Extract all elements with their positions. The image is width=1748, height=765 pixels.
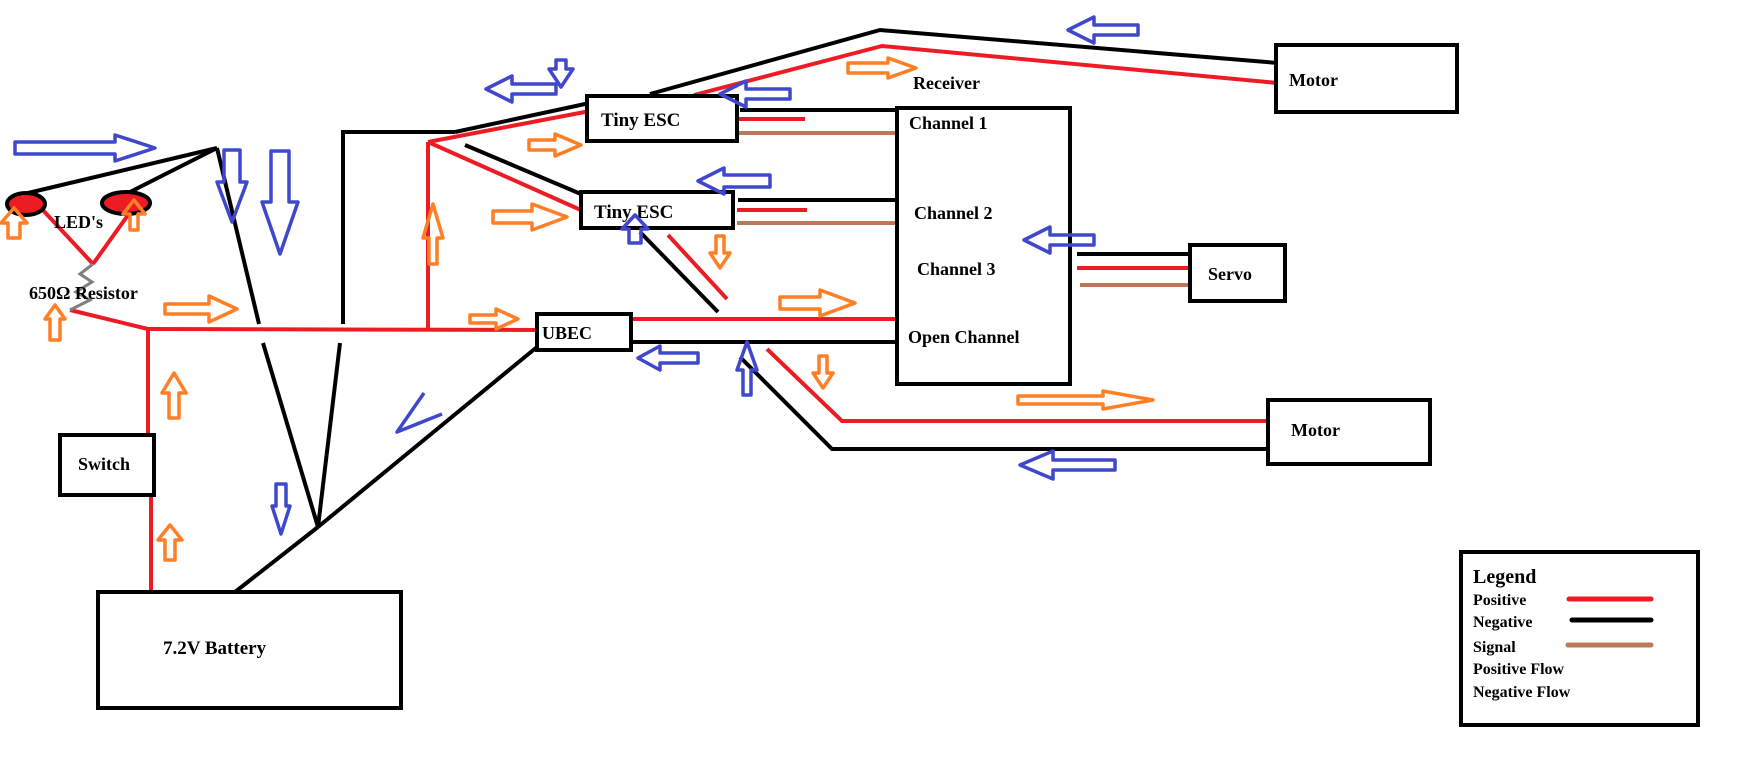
legend-item-negative-label: Negative: [1473, 614, 1533, 631]
negative-flow-chevron: [395, 392, 443, 434]
battery-negative-wire: [233, 525, 320, 594]
esc-1-label: Tiny ESC: [601, 110, 680, 131]
positive-flow-arrow-motor-bottom-down: [811, 354, 835, 390]
servo-label: Servo: [1208, 264, 1252, 284]
negative-flow-arrow-ubec: [636, 344, 700, 372]
led-ground-return-wire-lower: [261, 342, 320, 528]
negative-flow-arrow-motor-bottom: [1018, 449, 1117, 481]
main-positive-bus: [147, 327, 538, 332]
motor-bottom-label: Motor: [1291, 420, 1340, 440]
motor-top-label: Motor: [1289, 70, 1338, 90]
legend-item-signal-label: Signal: [1473, 639, 1516, 656]
positive-flow-arrow-ubec: [468, 307, 520, 331]
negative-flow-arrow-led-top: [13, 133, 157, 163]
wiring-diagram: LED's 650Ω Resistor Switch 7.2V Battery …: [0, 15, 1700, 727]
open-channel-label: Open Channel: [908, 327, 1020, 347]
switch-label: Switch: [78, 454, 130, 474]
positive-flow-arrow-resistor: [43, 303, 67, 342]
esc-1-negative-wire: [454, 100, 601, 134]
channel-2-label: Channel 2: [914, 203, 993, 223]
battery-label: 7.2V Battery: [163, 638, 267, 659]
resistor-label: 650Ω Resistor: [29, 283, 138, 303]
leds-label: LED's: [54, 212, 103, 232]
positive-flow-arrow-motor-bottom: [1016, 389, 1155, 411]
positive-flow-arrow-bus: [163, 294, 239, 324]
resistor-to-bus-wire: [69, 308, 149, 331]
led-2-negative-wire: [129, 146, 218, 194]
esc-2-negative-wire: [464, 143, 589, 199]
positive-flow-arrow-battery: [156, 523, 184, 562]
negative-flow-arrow-top-left: [484, 74, 558, 104]
ubec-label: UBEC: [542, 323, 592, 343]
ubec-negative-wire: [316, 345, 539, 529]
legend-item-positive-flow-label: Positive Flow: [1473, 661, 1565, 678]
channel-3-label: Channel 3: [917, 259, 996, 279]
esc-2-label: Tiny ESC: [594, 202, 673, 223]
esc-ground-return-wire-lower: [316, 342, 342, 528]
esc-ground-return-wire: [341, 130, 455, 324]
positive-flow-arrow-receiver: [778, 288, 857, 318]
positive-flow-arrow-esc-2: [491, 202, 569, 232]
negative-flow-arrow-ground-2: [260, 149, 300, 256]
legend-item-negative-flow-label: Negative Flow: [1473, 684, 1571, 701]
positive-flow-arrow-esc-1: [527, 132, 583, 158]
channel-1-label: Channel 1: [909, 113, 988, 133]
positive-flow-arrow-motor-top: [846, 56, 918, 80]
negative-flow-arrow-bottom-up: [735, 340, 759, 397]
positive-flow-arrow-esc-2-down: [708, 234, 732, 270]
legend: Legend Positive Negative Signal Positive…: [1459, 550, 1700, 727]
negative-flow-arrow-battery: [270, 482, 292, 536]
negative-flow-arrow-motor-top: [1066, 15, 1140, 45]
legend-item-positive-label: Positive: [1473, 592, 1526, 609]
receiver-label: Receiver: [913, 73, 980, 93]
legend-title: Legend: [1473, 566, 1536, 588]
positive-flow-arrow-switch: [160, 371, 188, 420]
